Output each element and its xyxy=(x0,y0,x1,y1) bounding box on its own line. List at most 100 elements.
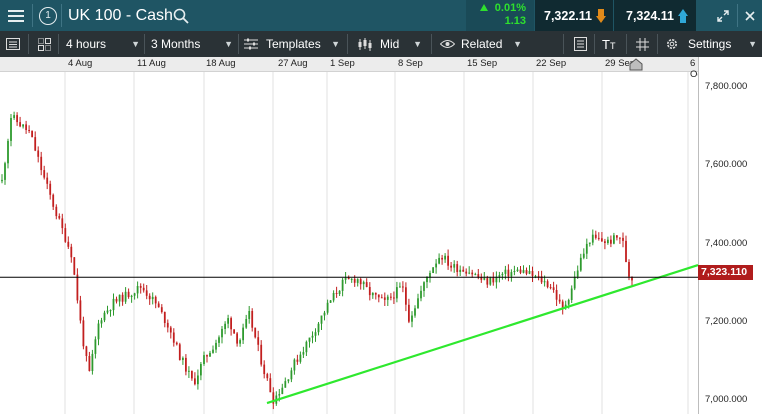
candle-body xyxy=(347,277,350,279)
candle-body xyxy=(555,290,558,300)
related-dropdown[interactable]: Related ▼ xyxy=(440,31,522,57)
candle-body xyxy=(329,300,332,303)
candle-body xyxy=(299,354,302,362)
candle-body xyxy=(257,337,260,345)
candle-body xyxy=(233,329,235,334)
candle-body xyxy=(353,278,356,283)
candle-body xyxy=(278,394,281,396)
candle-body xyxy=(136,286,139,294)
candle-body xyxy=(594,234,597,238)
menu-button[interactable] xyxy=(0,0,32,31)
candle-body xyxy=(489,277,492,285)
list-view-button[interactable] xyxy=(6,31,20,57)
top-bar: 1 UK 100 - Cash 0.01% 1.13 7,322.11 7,32… xyxy=(0,0,762,31)
candle-body xyxy=(625,240,627,262)
candle-body xyxy=(139,286,142,288)
candle-body xyxy=(507,269,510,277)
candle-body xyxy=(133,293,136,296)
gridlines-button[interactable] xyxy=(636,31,649,57)
candle-body xyxy=(148,295,151,300)
price-tick: 7,400.000 xyxy=(705,238,748,249)
interval-value: 4 hours xyxy=(66,37,107,51)
notes-button[interactable] xyxy=(574,31,587,57)
candle-body xyxy=(88,356,91,371)
candle-body xyxy=(43,170,46,178)
layout-button[interactable] xyxy=(38,31,51,57)
interval-dropdown[interactable]: 4 hours ▼ xyxy=(66,31,140,57)
candle-body xyxy=(444,255,446,260)
candle-body xyxy=(441,257,443,260)
price-chart[interactable] xyxy=(0,72,698,414)
caret-down-icon: ▼ xyxy=(413,39,422,49)
templates-dropdown[interactable]: Templates ▼ xyxy=(244,31,340,57)
caret-down-icon: ▼ xyxy=(131,39,140,49)
price-type-dropdown[interactable]: Mid ▼ xyxy=(358,31,422,57)
info-button[interactable]: 1 xyxy=(37,0,59,31)
price-change: 0.01% 1.13 xyxy=(466,0,534,31)
current-price-label: 7,323.110 xyxy=(698,265,753,280)
candle-body xyxy=(188,370,190,372)
candle-body xyxy=(552,287,555,290)
candle-body xyxy=(411,315,413,322)
candle-body xyxy=(224,323,226,329)
candle-body xyxy=(531,271,534,276)
candle-body xyxy=(323,312,326,316)
candle-body xyxy=(70,246,73,258)
candle-body xyxy=(516,269,519,272)
candle-body xyxy=(290,370,293,380)
candle-body xyxy=(371,292,374,296)
candle-body xyxy=(383,297,386,300)
candle-body xyxy=(350,278,353,280)
candle-body xyxy=(447,255,449,266)
date-tick: 15 Sep xyxy=(467,58,498,69)
candle-body xyxy=(49,183,52,195)
candle-body xyxy=(510,272,513,277)
text-size-button[interactable]: TT xyxy=(602,31,615,57)
hash-grid-icon xyxy=(636,37,649,51)
candle-body xyxy=(417,298,419,309)
candle-body xyxy=(124,291,127,302)
candle-body xyxy=(172,332,175,343)
candle-body xyxy=(37,150,40,157)
up-arrow-icon xyxy=(677,8,688,23)
candle-body xyxy=(185,357,187,372)
sell-price-button[interactable]: 7,322.11 xyxy=(535,0,613,31)
search-button[interactable] xyxy=(170,0,192,31)
candle-body xyxy=(191,370,193,379)
hamburger-icon xyxy=(8,9,24,22)
candle-body xyxy=(359,279,362,285)
candle-body xyxy=(79,300,82,321)
close-icon xyxy=(745,10,755,21)
candle-body xyxy=(420,290,422,299)
candle-body xyxy=(236,333,238,344)
candle-body xyxy=(591,234,594,243)
candle-body xyxy=(166,322,169,328)
settings-dropdown[interactable]: Settings ▼ xyxy=(665,31,757,57)
time-marker-icon[interactable] xyxy=(629,58,643,71)
candle-body xyxy=(260,344,263,365)
date-tick: 1 Sep xyxy=(330,58,355,69)
candle-body xyxy=(576,270,579,277)
price-tick: 7,800.000 xyxy=(705,81,748,92)
candle-body xyxy=(67,241,70,247)
candle-body xyxy=(308,337,311,342)
expand-button[interactable] xyxy=(712,0,734,31)
candle-body xyxy=(58,216,61,219)
candle-body xyxy=(567,300,570,305)
candle-body xyxy=(402,286,404,288)
close-button[interactable] xyxy=(740,0,760,31)
caret-down-icon: ▼ xyxy=(331,39,340,49)
candle-body xyxy=(221,328,223,338)
candle-body xyxy=(94,339,97,354)
candle-body xyxy=(474,274,477,276)
candle-body xyxy=(399,286,401,288)
caret-down-icon: ▼ xyxy=(513,39,522,49)
candle-body xyxy=(426,277,428,283)
candle-body xyxy=(320,315,323,324)
candle-body xyxy=(1,179,3,182)
candle-body xyxy=(31,130,33,137)
buy-price-button[interactable]: 7,324.11 xyxy=(614,0,696,31)
candle-body xyxy=(7,140,9,164)
candle-body xyxy=(169,327,172,333)
range-dropdown[interactable]: 3 Months ▼ xyxy=(151,31,233,57)
